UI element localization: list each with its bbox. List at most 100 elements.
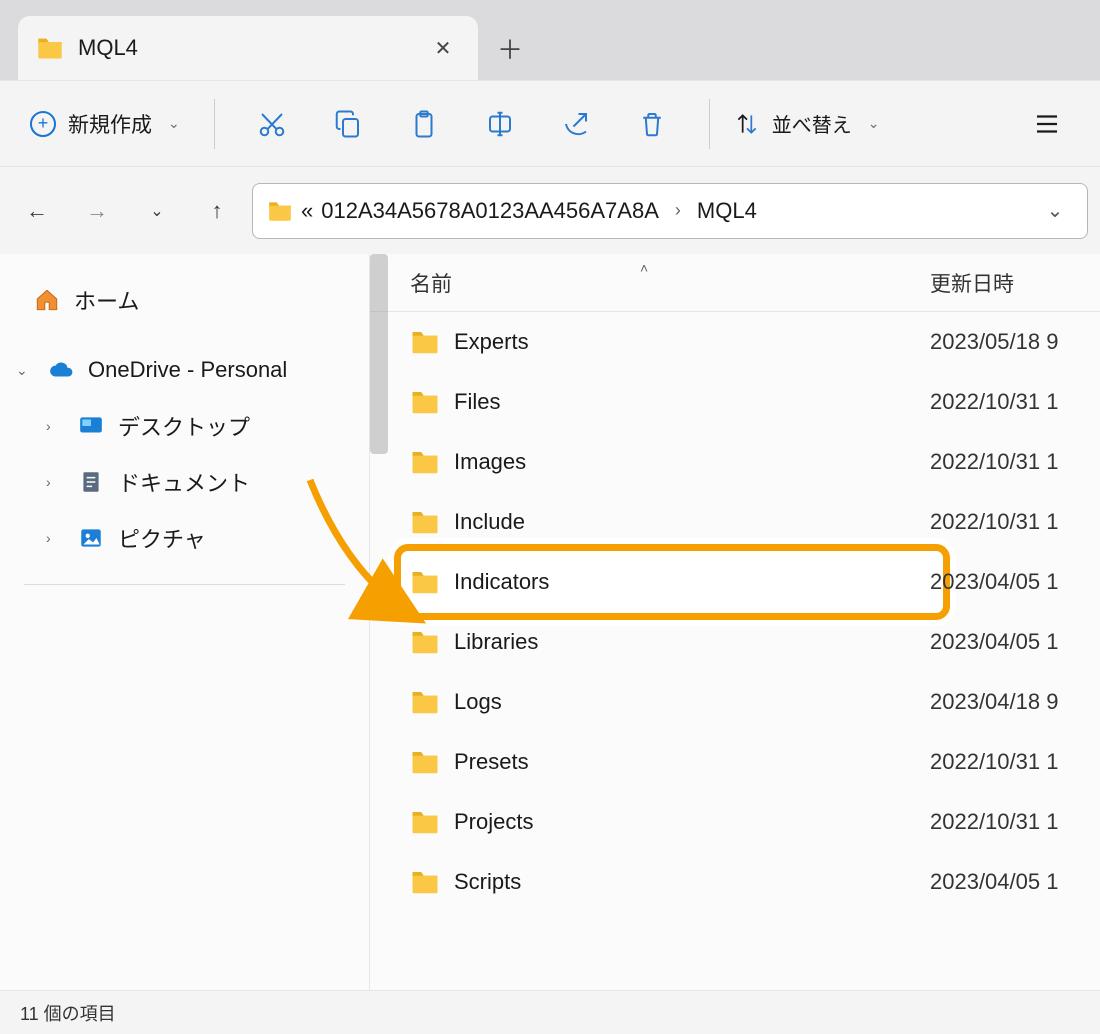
clipboard-icon bbox=[409, 109, 439, 139]
chevron-right-icon[interactable]: › bbox=[46, 418, 64, 434]
folder-row[interactable]: Indicators2023/04/05 1 bbox=[370, 552, 1100, 612]
paste-button[interactable] bbox=[391, 97, 457, 151]
column-header-date[interactable]: 更新日時 bbox=[930, 268, 1014, 298]
folder-name: Experts bbox=[454, 329, 529, 355]
folder-name: Images bbox=[454, 449, 526, 475]
share-icon bbox=[561, 109, 591, 139]
new-tab-button[interactable]: ＋ bbox=[478, 16, 542, 80]
breadcrumb-overflow[interactable]: « bbox=[301, 198, 313, 224]
address-history-button[interactable]: ⌄ bbox=[1037, 193, 1073, 229]
list-icon bbox=[1032, 109, 1062, 139]
new-button[interactable]: + 新規作成 ⌄ bbox=[20, 101, 190, 147]
chevron-right-icon: › bbox=[675, 200, 681, 221]
column-headers: 名前 ˄ 更新日時 bbox=[370, 254, 1100, 312]
breadcrumb-item[interactable]: 012A34A5678A0123AA456A7A8A bbox=[321, 198, 659, 224]
folder-name: Presets bbox=[454, 749, 529, 775]
close-tab-button[interactable]: ✕ bbox=[426, 31, 460, 65]
folder-icon bbox=[36, 34, 64, 62]
chevron-down-icon: ⌄ bbox=[168, 115, 180, 132]
folder-icon bbox=[410, 807, 440, 837]
folder-icon bbox=[410, 447, 440, 477]
sidebar-label: ホーム bbox=[74, 284, 139, 316]
view-button[interactable] bbox=[1014, 97, 1080, 151]
plus-icon: + bbox=[30, 111, 56, 137]
chevron-right-icon[interactable]: › bbox=[46, 530, 64, 546]
delete-button[interactable] bbox=[619, 97, 685, 151]
share-button[interactable] bbox=[543, 97, 609, 151]
cloud-icon bbox=[48, 357, 74, 383]
folder-row[interactable]: Files2022/10/31 1 bbox=[370, 372, 1100, 432]
sidebar-label: デスクトップ bbox=[118, 410, 250, 442]
scrollbar[interactable] bbox=[370, 254, 388, 454]
picture-icon bbox=[78, 525, 104, 551]
folder-date: 2023/04/18 9 bbox=[930, 689, 1058, 715]
sidebar-item-onedrive[interactable]: ⌄ OneDrive - Personal bbox=[0, 342, 369, 398]
file-list: Experts2023/05/18 9Files2022/10/31 1Imag… bbox=[370, 312, 1100, 990]
folder-name: Files bbox=[454, 389, 500, 415]
folder-icon bbox=[410, 867, 440, 897]
folder-name: Projects bbox=[454, 809, 533, 835]
rename-icon bbox=[485, 109, 515, 139]
folder-name: Libraries bbox=[454, 629, 538, 655]
rename-button[interactable] bbox=[467, 97, 533, 151]
separator bbox=[24, 584, 345, 585]
recent-button[interactable]: ⌄ bbox=[132, 186, 182, 236]
folder-name: Logs bbox=[454, 689, 502, 715]
separator bbox=[709, 99, 710, 149]
sidebar-label: ドキュメント bbox=[118, 466, 250, 498]
document-icon bbox=[78, 469, 104, 495]
folder-row[interactable]: Projects 2022/10/31 1 bbox=[370, 792, 1100, 852]
navigation-sidebar: ホーム ⌄ OneDrive - Personal › デスクトップ › ドキュ… bbox=[0, 254, 370, 990]
back-button[interactable]: ← bbox=[12, 186, 62, 236]
folder-icon bbox=[267, 198, 293, 224]
scissors-icon bbox=[257, 109, 287, 139]
sidebar-item-documents[interactable]: › ドキュメント bbox=[0, 454, 369, 510]
sidebar-label: ピクチャ bbox=[118, 522, 206, 554]
up-button[interactable]: ↑ bbox=[192, 186, 242, 236]
folder-row[interactable]: Logs 2023/04/18 9 bbox=[370, 672, 1100, 732]
folder-icon bbox=[410, 507, 440, 537]
folder-date: 2023/04/05 1 bbox=[930, 869, 1058, 895]
folder-row[interactable]: Presets 2022/10/31 1 bbox=[370, 732, 1100, 792]
tab-current[interactable]: MQL4 ✕ bbox=[18, 16, 478, 80]
toolbar: + 新規作成 ⌄ bbox=[0, 80, 1100, 166]
folder-icon bbox=[410, 327, 440, 357]
sidebar-item-desktop[interactable]: › デスクトップ bbox=[0, 398, 369, 454]
home-icon bbox=[34, 287, 60, 313]
folder-name: Scripts bbox=[454, 869, 521, 895]
folder-row[interactable]: Scripts 2023/04/05 1 bbox=[370, 852, 1100, 912]
chevron-right-icon[interactable]: › bbox=[46, 474, 64, 490]
folder-row[interactable]: Experts 2023/05/18 9 bbox=[370, 312, 1100, 372]
item-count-label: 11 個の項目 bbox=[20, 1000, 116, 1026]
address-bar[interactable]: « 012A34A5678A0123AA456A7A8A › MQL4 ⌄ bbox=[252, 183, 1088, 239]
column-header-name[interactable]: 名前 ˄ bbox=[410, 268, 930, 298]
sidebar-item-home[interactable]: ホーム bbox=[0, 272, 369, 328]
folder-icon bbox=[410, 387, 440, 417]
cut-button[interactable] bbox=[239, 97, 305, 151]
folder-row[interactable]: Images2022/10/31 1 bbox=[370, 432, 1100, 492]
folder-date: 2022/10/31 1 bbox=[930, 809, 1058, 835]
folder-date: 2023/05/18 9 bbox=[930, 329, 1058, 355]
folder-date: 2022/10/31 1 bbox=[930, 749, 1058, 775]
folder-row[interactable]: Libraries 2023/04/05 1 bbox=[370, 612, 1100, 672]
new-label: 新規作成 bbox=[68, 109, 152, 139]
sort-icon bbox=[734, 111, 760, 137]
copy-button[interactable] bbox=[315, 97, 381, 151]
sort-label: 並べ替え bbox=[772, 109, 852, 138]
sidebar-item-pictures[interactable]: › ピクチャ bbox=[0, 510, 369, 566]
status-bar: 11 個の項目 bbox=[0, 990, 1100, 1034]
breadcrumb-item[interactable]: MQL4 bbox=[697, 198, 757, 224]
chevron-down-icon[interactable]: ⌄ bbox=[16, 362, 34, 379]
folder-icon bbox=[410, 567, 440, 597]
folder-date: 2023/04/05 1 bbox=[930, 569, 1058, 595]
separator bbox=[214, 99, 215, 149]
sort-button[interactable]: 並べ替え ⌄ bbox=[734, 109, 880, 138]
sidebar-label: OneDrive - Personal bbox=[88, 357, 287, 383]
folder-date: 2023/04/05 1 bbox=[930, 629, 1058, 655]
file-list-pane: 名前 ˄ 更新日時 Experts2023/05/18 9Files2022/1… bbox=[370, 254, 1100, 990]
folder-row[interactable]: Include2022/10/31 1 bbox=[370, 492, 1100, 552]
forward-button[interactable]: → bbox=[72, 186, 122, 236]
trash-icon bbox=[637, 109, 667, 139]
folder-icon bbox=[410, 747, 440, 777]
tab-title: MQL4 bbox=[78, 35, 412, 61]
